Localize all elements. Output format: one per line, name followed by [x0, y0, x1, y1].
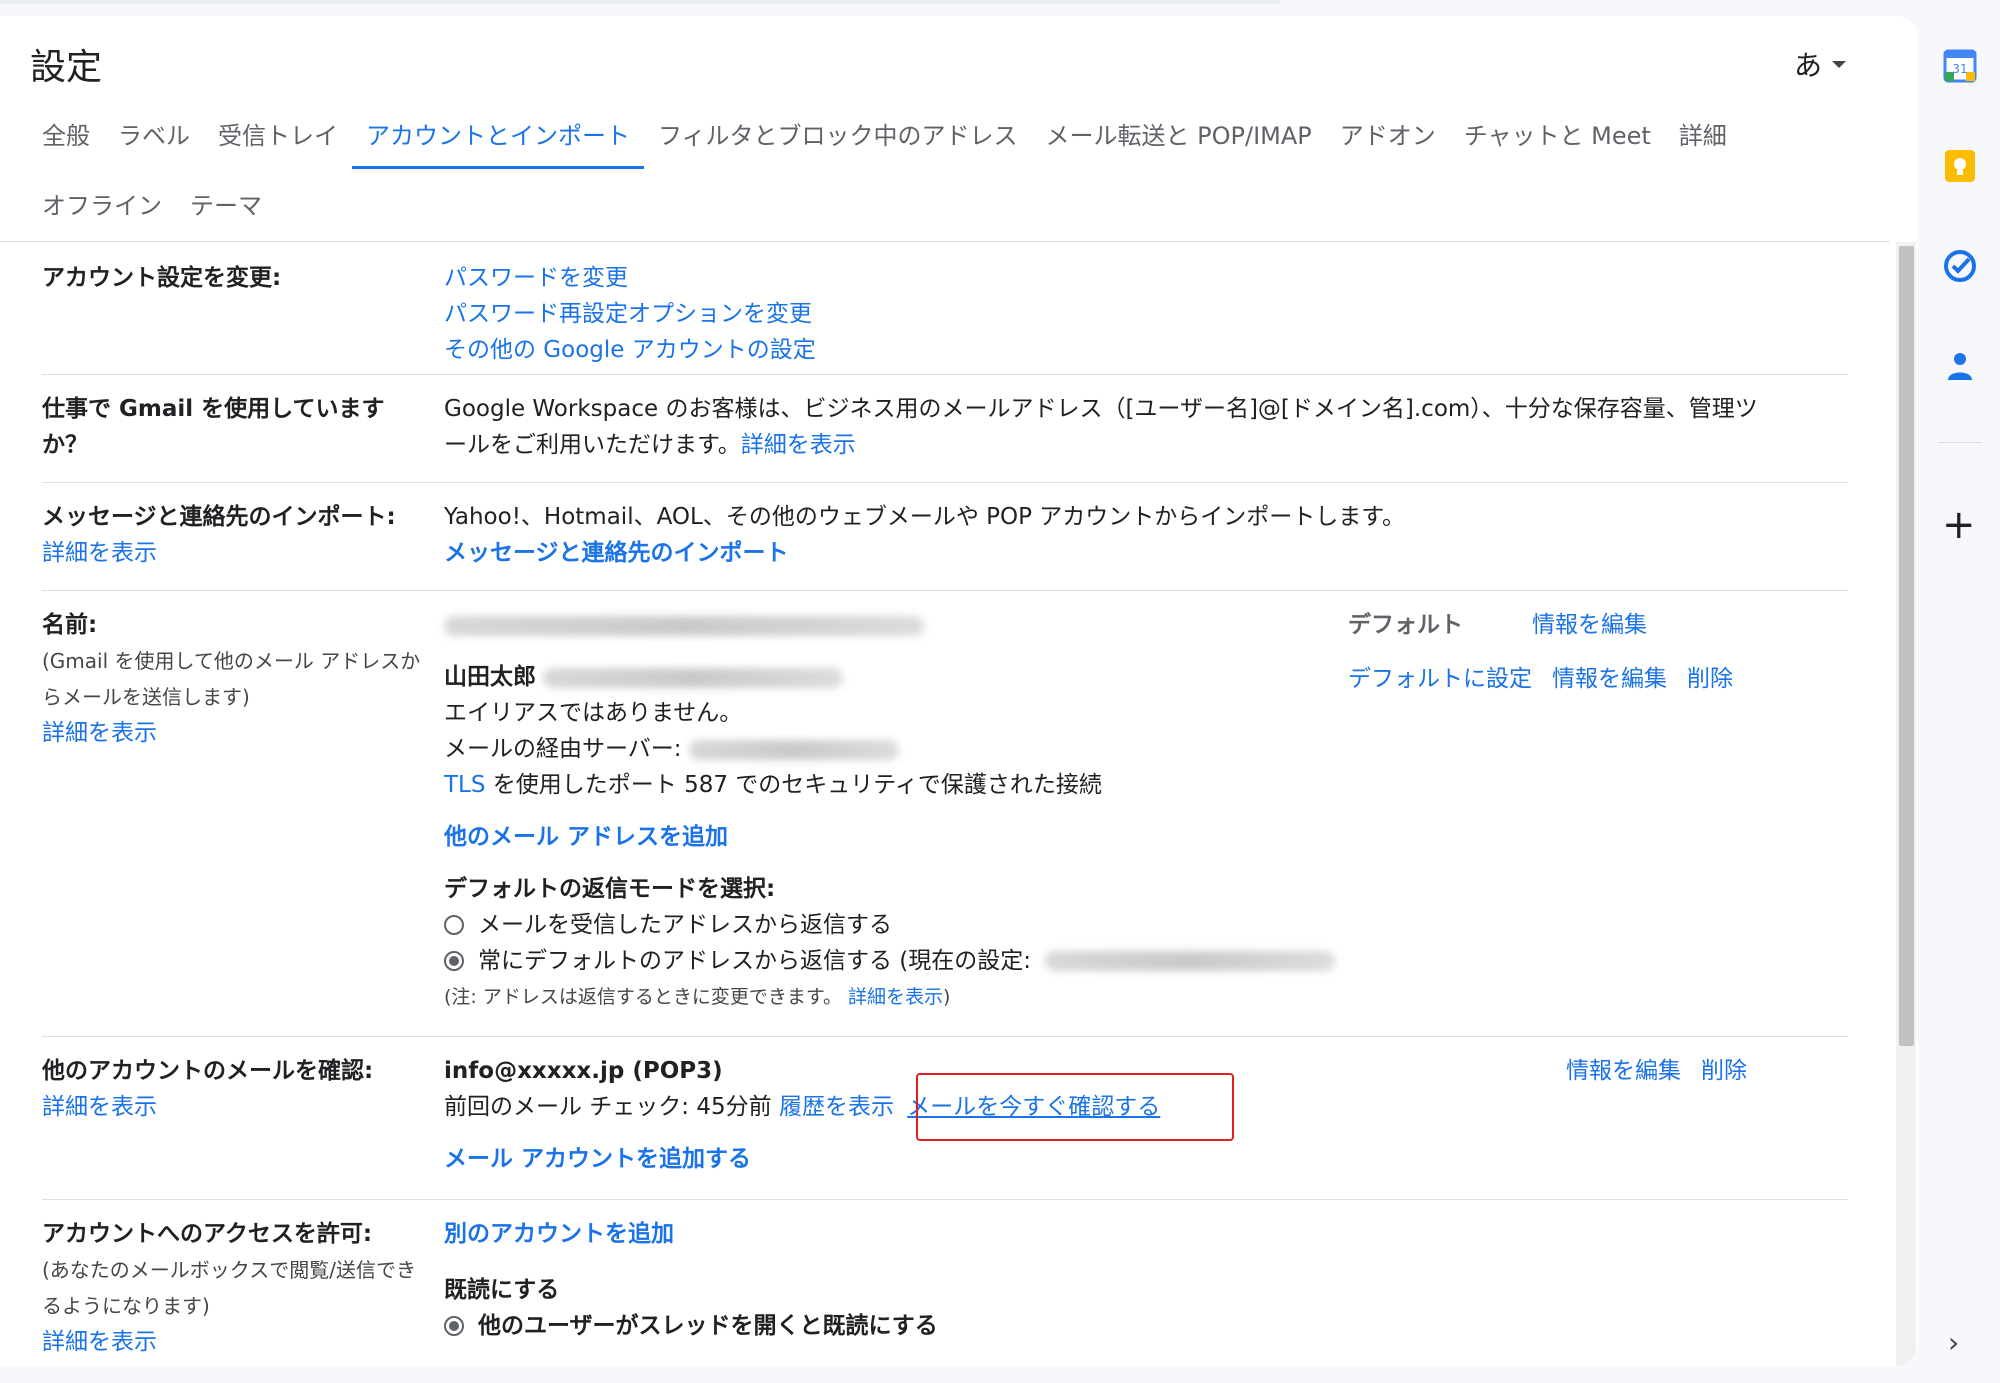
import-description: Yahoo!、Hotmail、AOL、その他のウェブメールや POP アカウント…: [444, 504, 1405, 530]
reply-default-radio[interactable]: [444, 951, 464, 971]
second-sender-name: 山田太郎: [444, 664, 536, 690]
row-account-settings: アカウント設定を変更: パスワードを変更 パスワード再設定オプションを変更 その…: [42, 242, 1848, 375]
settings-list: アカウント設定を変更: パスワードを変更 パスワード再設定オプションを変更 その…: [42, 242, 1848, 1366]
delete-link-pop[interactable]: 削除: [1701, 1053, 1747, 1089]
google-account-settings-link[interactable]: その他の Google アカウントの設定: [444, 332, 816, 368]
tab-filters[interactable]: フィルタとブロック中のアドレス: [644, 116, 1032, 169]
reply-received-radio[interactable]: [444, 915, 464, 935]
tasks-icon[interactable]: [1942, 248, 1978, 284]
reply-note-text: (注: アドレスは返信するときに変更できます。: [444, 986, 842, 1008]
default-badge: デフォルト: [1348, 612, 1463, 638]
add-mail-account-link[interactable]: メール アカウントを追加する: [444, 1141, 1160, 1177]
tab-accounts-import[interactable]: アカウントとインポート: [352, 116, 644, 169]
calendar-icon[interactable]: 31: [1942, 48, 1978, 84]
row-grant-access: アカウントへのアクセスを許可: (あなたのメールボックスで閲覧/送信でき るよう…: [42, 1200, 1848, 1366]
tab-themes[interactable]: テーマ: [176, 186, 276, 239]
scrollbar-thumb[interactable]: [1899, 246, 1914, 1046]
reply-note-suffix: ): [943, 986, 951, 1008]
set-default-link[interactable]: デフォルトに設定: [1348, 661, 1532, 697]
check-mail-learn-more-link[interactable]: 詳細を表示: [42, 1089, 442, 1125]
tab-chat-meet[interactable]: チャットと Meet: [1450, 116, 1665, 169]
side-panel-divider: [1938, 442, 1982, 443]
edit-info-link-primary[interactable]: 情報を編集: [1532, 607, 1647, 643]
grant-access-sub-line1: (あなたのメールボックスで閲覧/送信でき: [42, 1258, 416, 1282]
settings-tabs-row-2: オフライン テーマ: [28, 186, 276, 239]
account-settings-label: アカウント設定を変更:: [42, 265, 282, 291]
reply-received-label: メールを受信したアドレスから返信する: [478, 912, 892, 938]
tab-offline[interactable]: オフライン: [28, 186, 176, 239]
add-another-address-link[interactable]: 他のメール アドレスを追加: [444, 819, 1844, 855]
tab-labels[interactable]: ラベル: [104, 116, 204, 169]
check-now-highlight-box: [916, 1073, 1234, 1141]
edit-info-link-pop[interactable]: 情報を編集: [1566, 1053, 1681, 1089]
via-server-label: メールの経由サーバー:: [444, 736, 682, 762]
workspace-text-line2: ールをご利用いただけます。: [444, 432, 741, 458]
add-icon[interactable]: +: [1942, 502, 1976, 548]
input-tools-button[interactable]: あ: [1794, 44, 1847, 84]
row-workspace: 仕事で Gmail を使用しています か？ Google Workspace の…: [42, 375, 1848, 483]
import-label: メッセージと連絡先のインポート:: [42, 504, 396, 530]
caret-down-icon: [1832, 60, 1847, 68]
not-alias-text: エイリアスではありません。: [444, 700, 743, 726]
grant-access-learn-more-link[interactable]: 詳細を表示: [42, 1324, 442, 1360]
workspace-learn-more-link[interactable]: 詳細を表示: [741, 432, 856, 458]
tls-link[interactable]: TLS: [444, 772, 485, 798]
workspace-label-line2: か？: [42, 432, 88, 458]
name-sub-line2: らメールを送信します): [42, 685, 250, 709]
tab-forwarding-pop[interactable]: メール転送と POP/IMAP: [1032, 116, 1326, 169]
tab-general[interactable]: 全般: [28, 116, 104, 169]
reply-mode-title: デフォルトの返信モードを選択:: [444, 876, 776, 902]
calendar-badge: 31: [1952, 62, 1967, 76]
change-password-link[interactable]: パスワードを変更: [444, 260, 816, 296]
import-mail-contacts-link[interactable]: メッセージと連絡先のインポート: [444, 535, 1405, 571]
settings-card: 設定 あ 全般 ラベル 受信トレイ アカウントとインポート フィルタとブロック中…: [0, 16, 1918, 1366]
tls-description: を使用したポート 587 でのセキュリティで保護された接続: [485, 772, 1102, 798]
chevron-right-icon[interactable]: ›: [1948, 1326, 1959, 1359]
last-check-text: 前回のメール チェック: 45分前: [444, 1094, 772, 1120]
row-import: メッセージと連絡先のインポート: 詳細を表示 Yahoo!、Hotmail、AO…: [42, 483, 1848, 591]
contacts-icon[interactable]: [1942, 348, 1978, 384]
mark-read-label: 他のユーザーがスレッドを開くと既読にする: [478, 1313, 938, 1339]
workspace-text-line1: Google Workspace のお客様は、ビジネス用のメールアドレス（[ユー…: [444, 396, 1758, 422]
blurred-second-address: [543, 667, 844, 688]
reply-option-default[interactable]: 常にデフォルトのアドレスから返信する (現在の設定:: [444, 943, 1844, 979]
keep-icon[interactable]: [1942, 148, 1978, 184]
tab-inbox[interactable]: 受信トレイ: [204, 116, 352, 169]
edit-info-link-second[interactable]: 情報を編集: [1552, 661, 1667, 697]
page-title: 設定: [30, 47, 103, 88]
blurred-current-setting: [1045, 951, 1336, 971]
blurred-primary-address: [444, 615, 924, 636]
mark-read-option[interactable]: 他のユーザーがスレッドを開くと既読にする: [444, 1308, 938, 1344]
workspace-label-line1: 仕事で Gmail を使用しています: [42, 396, 385, 422]
row-check-mail: 他のアカウントのメールを確認: 詳細を表示 info@xxxxx.jp (POP…: [42, 1037, 1848, 1200]
top-strip: [0, 0, 1280, 4]
side-panel: 31 + ›: [1918, 0, 2000, 1383]
reply-note-learn-more-link[interactable]: 詳細を表示: [848, 986, 943, 1008]
settings-tabs-row-1: 全般 ラベル 受信トレイ アカウントとインポート フィルタとブロック中のアドレス…: [28, 116, 1741, 169]
view-history-link[interactable]: 履歴を表示: [779, 1094, 894, 1120]
row-send-mail-as: 名前: (Gmail を使用して他のメール アドレスか らメールを送信します) …: [42, 591, 1848, 1037]
name-label: 名前:: [42, 612, 98, 638]
add-another-account-link[interactable]: 別のアカウントを追加: [444, 1216, 938, 1252]
reply-default-label: 常にデフォルトのアドレスから返信する (現在の設定:: [478, 948, 1032, 974]
reply-option-received[interactable]: メールを受信したアドレスから返信する: [444, 907, 1844, 943]
grant-access-sub-line2: るようになります): [42, 1294, 210, 1318]
tab-advanced[interactable]: 詳細: [1665, 116, 1741, 169]
blurred-server: [688, 739, 899, 760]
delete-link-second[interactable]: 削除: [1687, 661, 1733, 697]
name-learn-more-link[interactable]: 詳細を表示: [42, 715, 442, 751]
name-sub-line1: (Gmail を使用して他のメール アドレスか: [42, 649, 421, 673]
mark-as-read-title: 既読にする: [444, 1277, 560, 1303]
mark-read-radio[interactable]: [444, 1316, 464, 1336]
check-mail-label: 他のアカウントのメールを確認:: [42, 1058, 374, 1084]
grant-access-label: アカウントへのアクセスを許可:: [42, 1221, 373, 1247]
ime-label: あ: [1794, 49, 1823, 82]
tab-addons[interactable]: アドオン: [1326, 116, 1450, 169]
import-learn-more-link[interactable]: 詳細を表示: [42, 535, 442, 571]
change-recovery-link[interactable]: パスワード再設定オプションを変更: [444, 296, 816, 332]
